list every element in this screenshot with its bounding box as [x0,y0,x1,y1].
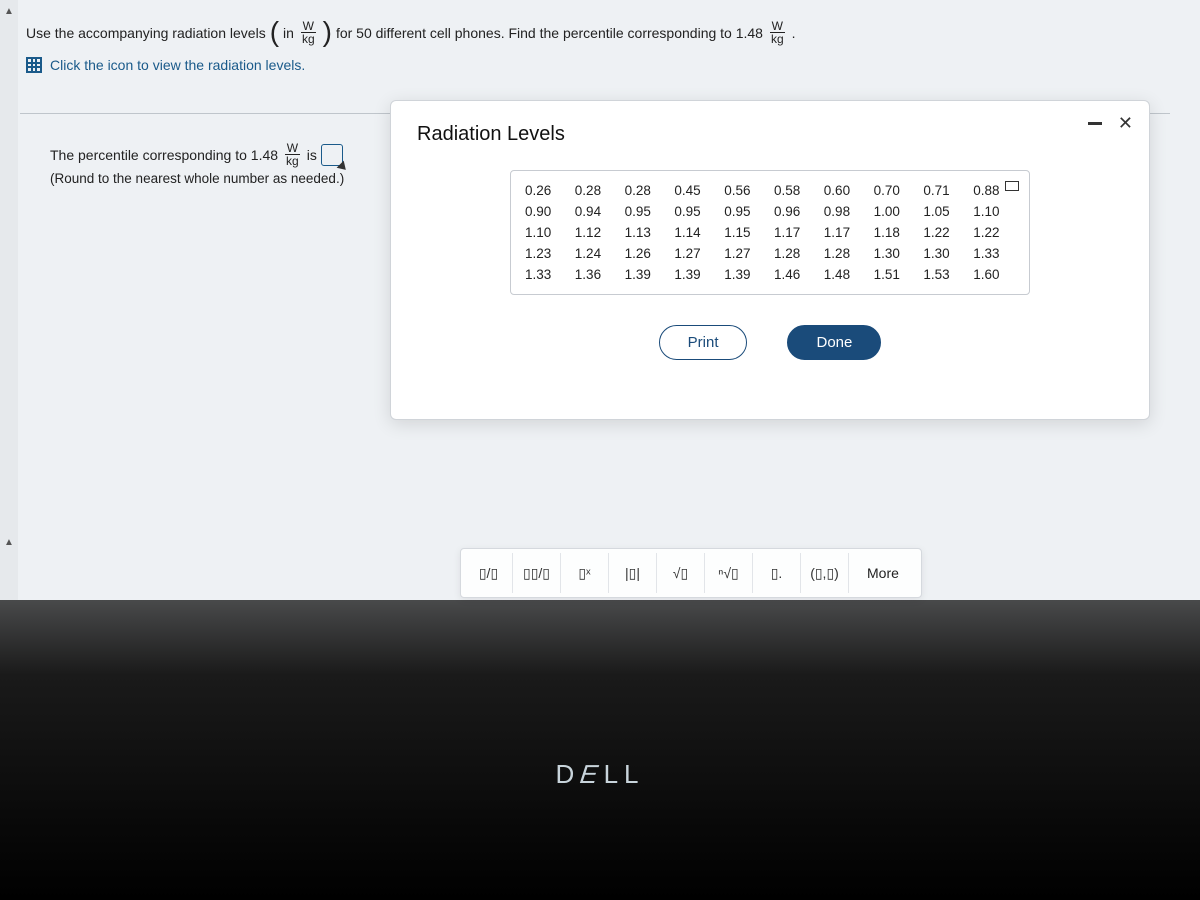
unit2-den: kg [769,33,786,45]
data-cell: 1.39 [625,267,667,282]
percentile-input[interactable] [321,144,343,166]
modal-controls: ✕ [1088,113,1133,134]
data-cell: 1.48 [824,267,866,282]
data-cell: 1.51 [874,267,916,282]
tool-fraction[interactable]: ▯/▯ [465,553,513,593]
data-cell: 1.53 [923,267,965,282]
data-cell: 1.23 [525,246,567,261]
data-cell: 1.39 [674,267,716,282]
answer-prefix: The percentile corresponding to 1.48 [50,147,278,163]
data-cell: 1.10 [973,204,1015,219]
data-cell: 0.28 [575,183,617,198]
tool-exponent[interactable]: ▯ˣ [561,553,609,593]
data-cell: 1.36 [575,267,617,282]
data-cell: 0.95 [674,204,716,219]
print-button[interactable]: Print [659,325,748,360]
done-button[interactable]: Done [787,325,881,360]
math-toolbar: ▯/▯ ▯▯/▯ ▯ˣ |▯| √▯ ⁿ√▯ ▯. (▯,▯) More [460,548,922,598]
question-text: Use the accompanying radiation levels ( … [26,20,1170,45]
data-cell: 0.94 [575,204,617,219]
tool-more[interactable]: More [849,565,917,581]
answer-suffix: is [307,147,317,163]
data-cell: 1.10 [525,225,567,240]
unit-fraction-2: W kg [769,20,786,45]
data-cell: 0.58 [774,183,816,198]
data-cell: 1.30 [923,246,965,261]
data-cell: 1.60 [973,267,1015,282]
data-cell: 1.17 [774,225,816,240]
data-cell: 0.45 [674,183,716,198]
table-icon [26,57,42,73]
data-cell: 0.28 [625,183,667,198]
data-cell: 0.90 [525,204,567,219]
data-cell: 1.46 [774,267,816,282]
scroll-gutter: ▲ ▲ [0,0,18,600]
data-cell: 1.33 [973,246,1015,261]
data-cell: 0.60 [824,183,866,198]
close-icon[interactable]: ✕ [1118,113,1133,134]
close-paren: ) [323,21,332,43]
data-cell: 1.24 [575,246,617,261]
data-cell: 0.95 [625,204,667,219]
data-cell: 1.28 [774,246,816,261]
open-paren: ( [270,21,279,43]
unit-den: kg [300,33,317,45]
data-cell: 1.13 [625,225,667,240]
tool-subscript[interactable]: ▯. [753,553,801,593]
tool-coord[interactable]: (▯,▯) [801,553,849,593]
data-cell: 1.33 [525,267,567,282]
tool-absolute[interactable]: |▯| [609,553,657,593]
q-in: in [283,25,294,41]
data-cell: 1.05 [923,204,965,219]
q-middle: for 50 different cell phones. Find the p… [336,25,763,41]
modal-title: Radiation Levels [417,123,1123,146]
scroll-up-icon[interactable]: ▲ [4,6,14,17]
q-period: . [792,25,796,41]
fullscreen-icon[interactable] [1005,181,1019,191]
data-cell: 1.18 [874,225,916,240]
q-prefix: Use the accompanying radiation levels [26,25,266,41]
data-cell: 0.71 [923,183,965,198]
data-cell: 1.22 [923,225,965,240]
minimize-icon[interactable] [1088,122,1102,125]
unit-fraction: W kg [300,20,317,45]
tool-mixed-fraction[interactable]: ▯▯/▯ [513,553,561,593]
data-grid: 0.260.280.280.450.560.580.600.700.710.88… [525,183,1015,282]
data-cell: 0.56 [724,183,766,198]
main-content: ▲ ▲ Use the accompanying radiation level… [0,0,1200,600]
data-cell: 1.30 [874,246,916,261]
modal-buttons: Print Done [417,325,1123,360]
tool-sqrt[interactable]: √▯ [657,553,705,593]
data-cell: 1.14 [674,225,716,240]
data-cell: 1.22 [973,225,1015,240]
radiation-levels-modal: ✕ Radiation Levels 0.26 0.28 0.28 0.45 0.56 0… [390,100,1150,420]
data-cell: 1.17 [824,225,866,240]
answer-unit-fraction: W kg [284,142,301,167]
data-cell: 0.95 [724,204,766,219]
data-cell: 0.98 [824,204,866,219]
data-cell: 0.26 [525,183,567,198]
data-cell: 1.12 [575,225,617,240]
scroll-down-icon[interactable]: ▲ [4,537,14,548]
data-cell: 1.27 [724,246,766,261]
answer-unit-den: kg [284,155,301,167]
data-cell: 0.96 [774,204,816,219]
dell-logo: DELL [555,759,644,790]
data-cell: 1.39 [724,267,766,282]
view-data-link[interactable]: Click the icon to view the radiation lev… [26,57,1170,73]
data-cell: 1.27 [674,246,716,261]
icon-link-text: Click the icon to view the radiation lev… [50,57,305,73]
data-cell: 1.15 [724,225,766,240]
tool-nroot[interactable]: ⁿ√▯ [705,553,753,593]
data-cell: 1.28 [824,246,866,261]
data-cell: 0.70 [874,183,916,198]
data-cell: 1.00 [874,204,916,219]
data-panel: 0.260.280.280.450.560.580.600.700.710.88… [510,170,1030,295]
data-cell: 1.26 [625,246,667,261]
